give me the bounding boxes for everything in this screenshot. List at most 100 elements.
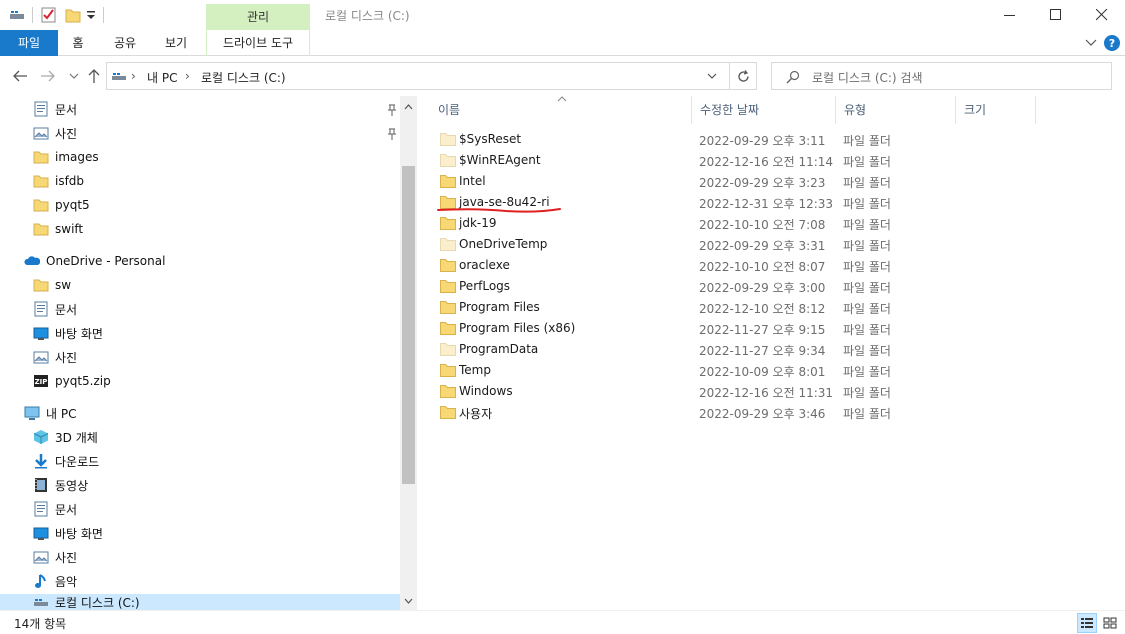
desktop-icon	[33, 527, 49, 540]
nav-item-music[interactable]: 음악	[33, 569, 77, 593]
tab-file[interactable]: 파일	[0, 30, 58, 56]
nav-item-label: 내 PC	[46, 406, 77, 421]
nav-item-images[interactable]: images	[33, 145, 99, 169]
recent-locations-button[interactable]	[64, 66, 84, 86]
table-row[interactable]: Program Files (x86) 2022-11-27 오후 9:15 파일 …	[418, 318, 1125, 339]
address-bar[interactable]: › 내 PC › 로컬 디스크 (C:)	[106, 62, 730, 90]
nav-item-pyqt5[interactable]: pyqt5	[33, 193, 90, 217]
scroll-down-icon[interactable]	[404, 598, 413, 604]
nav-item-onedrive-desktop[interactable]: 바탕 화면	[33, 321, 103, 345]
pictures-icon	[33, 351, 49, 364]
file-date: 2022-12-10 오전 8:12	[699, 302, 826, 316]
drive-icon[interactable]	[8, 6, 26, 24]
table-row[interactable]: $WinREAgent 2022-12-16 오전 11:14 파일 폴더	[418, 150, 1125, 171]
column-header-name[interactable]: 이름	[430, 96, 692, 124]
nav-item-pc-desktop[interactable]: 바탕 화면	[33, 521, 103, 545]
nav-item-local-disk[interactable]: 로컬 디스크 (C:)	[33, 593, 140, 611]
nav-item-sw[interactable]: sw	[33, 273, 71, 297]
video-icon	[35, 478, 47, 492]
new-folder-icon[interactable]	[64, 6, 82, 24]
svg-text:?: ?	[1109, 37, 1115, 50]
up-button[interactable]	[84, 66, 104, 86]
navigation-pane: 문서 사진 images isfdb pyqt5 swift OneDrive …	[0, 96, 400, 610]
large-icons-view-button[interactable]	[1100, 613, 1120, 633]
table-row[interactable]: ProgramData 2022-11-27 오후 9:34 파일 폴더	[418, 339, 1125, 360]
breadcrumb-this-pc[interactable]: 내 PC	[147, 69, 177, 86]
nav-item-label: 바탕 화면	[55, 326, 103, 341]
tab-drive-tools[interactable]: 드라이브 도구	[206, 30, 310, 56]
chevron-right-icon[interactable]: ›	[131, 69, 136, 83]
file-date: 2022-10-09 오후 8:01	[699, 365, 826, 379]
nav-item-pc-pictures[interactable]: 사진	[33, 545, 77, 569]
nav-item-label: 사진	[55, 350, 78, 365]
table-row[interactable]: Program Files 2022-12-10 오전 8:12 파일 폴더	[418, 297, 1125, 318]
tab-home[interactable]: 홈	[60, 30, 96, 56]
scrollbar-thumb[interactable]	[402, 166, 415, 484]
search-box[interactable]: 로컬 디스크 (C:) 검색	[771, 62, 1112, 90]
pin-icon[interactable]	[387, 104, 397, 116]
column-header-size[interactable]: 크기	[956, 96, 1036, 124]
file-name: jdk-19	[459, 216, 497, 230]
back-button[interactable]	[10, 66, 30, 86]
properties-icon[interactable]	[40, 6, 58, 24]
underline-annotation	[436, 204, 566, 216]
table-row[interactable]: 사용자 2022-09-29 오후 3:46 파일 폴더	[418, 402, 1125, 423]
table-row[interactable]: Windows 2022-12-16 오전 11:31 파일 폴더	[418, 381, 1125, 402]
file-type: 파일 폴더	[843, 386, 891, 400]
nav-item-pictures[interactable]: 사진	[33, 121, 77, 145]
file-type: 파일 폴더	[843, 365, 891, 379]
folder-icon	[440, 364, 456, 377]
nav-item-label: images	[55, 150, 99, 164]
chevron-right-icon[interactable]: ›	[185, 69, 190, 83]
address-dropdown-icon[interactable]	[707, 73, 717, 79]
nav-item-3d-objects[interactable]: 3D 개체	[33, 425, 98, 449]
nav-item-onedrive-pictures[interactable]: 사진	[33, 345, 77, 369]
pin-icon[interactable]	[387, 128, 397, 140]
nav-item-pc-documents[interactable]: 문서	[33, 497, 77, 521]
nav-item-isfdb[interactable]: isfdb	[33, 169, 84, 193]
table-row[interactable]: jdk-19 2022-10-10 오전 7:08 파일 폴더	[418, 213, 1125, 234]
column-header-date[interactable]: 수정한 날짜	[692, 96, 836, 124]
nav-item-videos[interactable]: 동영상	[33, 473, 88, 497]
breadcrumb-local-disk[interactable]: 로컬 디스크 (C:)	[201, 69, 286, 86]
file-name: PerfLogs	[459, 279, 511, 293]
title-bar: 관리 로컬 디스크 (C:)	[0, 0, 1125, 30]
nav-item-label: OneDrive - Personal	[46, 254, 166, 268]
table-row[interactable]: PerfLogs 2022-09-29 오후 3:00 파일 폴더	[418, 276, 1125, 297]
nav-item-onedrive[interactable]: OneDrive - Personal	[24, 249, 165, 273]
table-row[interactable]: Temp 2022-10-09 오후 8:01 파일 폴더	[418, 360, 1125, 381]
nav-scrollbar[interactable]	[400, 96, 417, 610]
file-name: ProgramData	[459, 342, 539, 356]
large-icons-view-icon	[1103, 617, 1117, 629]
context-tab-header: 관리	[206, 4, 310, 30]
nav-item-swift[interactable]: swift	[33, 217, 83, 241]
file-date: 2022-12-16 오전 11:31	[699, 386, 834, 400]
nav-item-onedrive-documents[interactable]: 문서	[33, 297, 77, 321]
table-row[interactable]: Intel 2022-09-29 오후 3:23 파일 폴더	[418, 171, 1125, 192]
nav-item-this-pc[interactable]: 내 PC	[24, 401, 76, 425]
file-date: 2022-12-16 오전 11:14	[699, 155, 834, 169]
minimize-button[interactable]	[987, 0, 1033, 30]
expand-ribbon-icon[interactable]	[1084, 36, 1098, 50]
maximize-button[interactable]	[1033, 0, 1079, 30]
tab-share[interactable]: 공유	[104, 30, 146, 56]
nav-item-downloads[interactable]: 다운로드	[33, 449, 99, 473]
forward-button[interactable]	[38, 66, 58, 86]
help-icon[interactable]: ?	[1104, 35, 1120, 51]
table-row[interactable]: oraclexe 2022-10-10 오전 8:07 파일 폴더	[418, 255, 1125, 276]
nav-item-label: 문서	[55, 502, 78, 517]
file-type: 파일 폴더	[843, 302, 891, 316]
column-header-type[interactable]: 유형	[836, 96, 956, 124]
table-row[interactable]: $SysReset 2022-09-29 오후 3:11 파일 폴더	[418, 129, 1125, 150]
tab-view[interactable]: 보기	[154, 30, 198, 56]
scroll-up-icon[interactable]	[404, 104, 413, 110]
details-view-icon	[1081, 618, 1093, 628]
close-button[interactable]	[1079, 0, 1125, 30]
nav-item-label: 문서	[55, 102, 78, 117]
refresh-button[interactable]	[730, 62, 757, 90]
details-view-button[interactable]	[1077, 613, 1097, 633]
customize-toolbar-icon[interactable]	[84, 6, 102, 24]
table-row[interactable]: OneDriveTemp 2022-09-29 오후 3:31 파일 폴더	[418, 234, 1125, 255]
nav-item-documents[interactable]: 문서	[33, 97, 77, 121]
nav-item-pyqt5-zip[interactable]: ZIP pyqt5.zip	[33, 369, 111, 393]
